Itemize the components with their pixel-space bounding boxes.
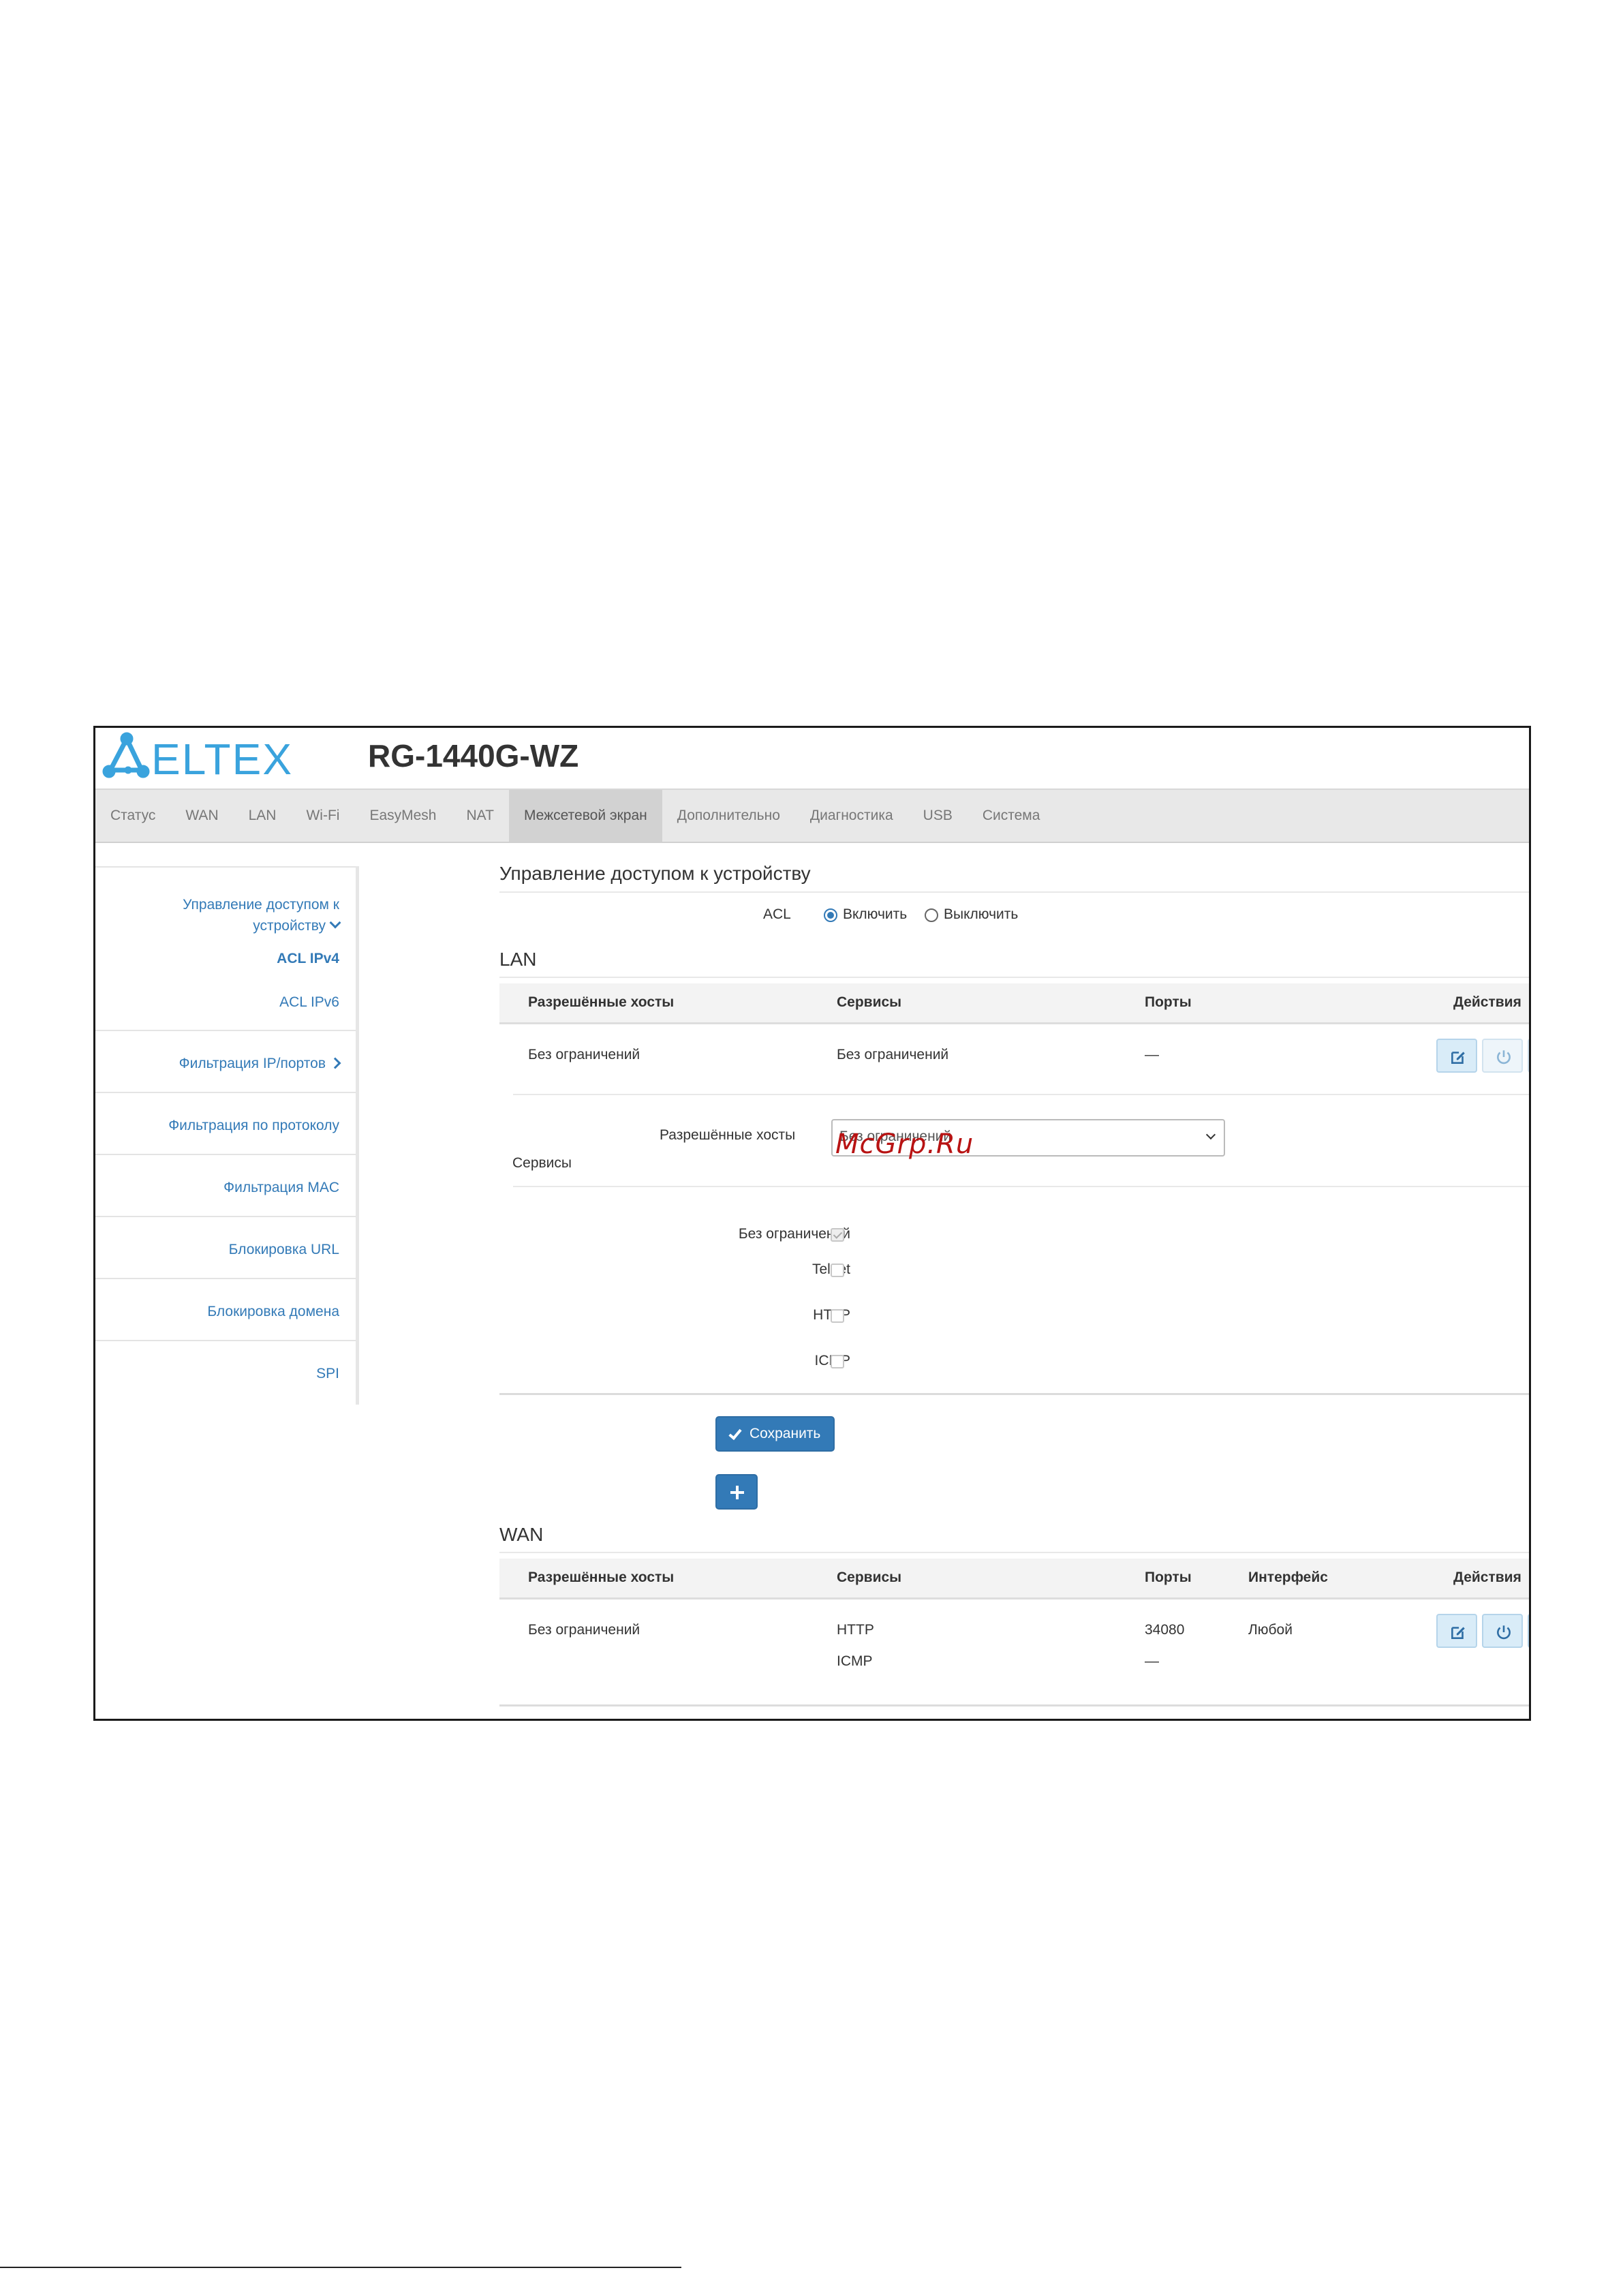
check-icon [728, 1426, 742, 1441]
tab-lan[interactable]: LAN [234, 790, 292, 842]
save-button[interactable]: Сохранить [715, 1416, 835, 1452]
service-http-checkbox[interactable] [831, 1309, 844, 1323]
service-option-label: HTTP [683, 1307, 850, 1323]
row-hosts: Без ограничений [528, 1047, 640, 1062]
col-ports: Порты [1145, 1570, 1192, 1585]
sidebar-item-mac-filter[interactable]: Фильтрация MAC [223, 1177, 339, 1198]
tab-status[interactable]: Статус [95, 790, 170, 842]
sidebar-item-access-control[interactable]: Управление доступом к устройству [162, 894, 341, 936]
sidebar-item-url-block[interactable]: Блокировка URL [229, 1239, 339, 1260]
sidebar-item-spi[interactable]: SPI [316, 1363, 339, 1384]
row-interface: Любой [1248, 1622, 1293, 1638]
row-service: ICMP [837, 1653, 873, 1669]
sidebar-item-acl-ipv4[interactable]: ACL IPv4 [277, 948, 339, 969]
divider [499, 1552, 1529, 1553]
delete-button[interactable] [1528, 1039, 1529, 1073]
sidebar-item-ip-port-filter[interactable]: Фильтрация IP/портов [179, 1053, 341, 1074]
sidebar-divider [95, 1340, 356, 1341]
power-icon [1497, 1050, 1511, 1065]
page-title: Управление доступом к устройству [499, 863, 811, 884]
divider [499, 891, 1529, 893]
sidebar-divider [95, 1092, 356, 1093]
chevron-right-icon [329, 1057, 341, 1069]
sidebar-divider [95, 1154, 356, 1155]
eltex-logo: ELTEX [102, 732, 293, 784]
watermark-text: McGrp.Ru [835, 1129, 974, 1160]
col-allowed-hosts: Разрешённые хосты [528, 1570, 675, 1585]
divider [513, 1186, 1529, 1187]
wan-heading: WAN [499, 1524, 544, 1545]
col-interface: Интерфейс [1248, 1570, 1328, 1585]
acl-enable-radio[interactable] [824, 908, 837, 922]
edit-icon [1451, 1052, 1465, 1064]
page-footer-line [0, 2267, 681, 2268]
sidebar-divider [95, 1030, 356, 1031]
delete-button[interactable] [1528, 1614, 1529, 1648]
toggle-button[interactable] [1482, 1039, 1523, 1073]
sidebar-item-domain-block[interactable]: Блокировка домена [207, 1301, 339, 1322]
chevron-down-icon [1205, 1129, 1216, 1140]
service-telnet-checkbox[interactable] [831, 1264, 844, 1277]
service-option-label: ICMP [683, 1353, 851, 1369]
col-allowed-hosts: Разрешённые хосты [528, 994, 675, 1010]
service-icmp-checkbox[interactable] [831, 1355, 844, 1368]
row-ports: — [1145, 1047, 1159, 1062]
col-services: Сервисы [837, 994, 902, 1010]
add-rule-button[interactable] [715, 1474, 758, 1510]
allowed-hosts-label: Разрешённые хосты [660, 1127, 796, 1143]
router-web-ui: ELTEX RG-1440G-WZ Статус WAN LAN Wi-Fi E… [93, 726, 1531, 1721]
divider [499, 1393, 1529, 1395]
power-icon [1497, 1625, 1511, 1640]
sidebar-item-acl-ipv6[interactable]: ACL IPv6 [279, 992, 339, 1013]
sidebar-divider [95, 866, 356, 868]
edit-icon [1451, 1627, 1465, 1639]
sidebar-item-label: Управление доступом к устройству [183, 897, 339, 934]
lan-table-header: Разрешённые хосты Сервисы Порты Действия [499, 983, 1529, 1024]
acl-disable-radio[interactable] [925, 908, 938, 922]
service-option-label: Без ограничений [738, 1226, 850, 1242]
row-service: HTTP [837, 1622, 874, 1638]
col-services: Сервисы [837, 1570, 902, 1585]
row-services: Без ограничений [837, 1047, 949, 1062]
divider [499, 1704, 1529, 1706]
divider [513, 1094, 1529, 1095]
sidebar-divider [95, 1216, 356, 1217]
edit-button[interactable] [1436, 1039, 1477, 1073]
acl-enable-label[interactable]: Включить [843, 906, 907, 923]
edit-button[interactable] [1436, 1614, 1477, 1648]
row-port: 34080 [1145, 1622, 1185, 1638]
sidebar-item-label: Фильтрация IP/портов [179, 1056, 326, 1071]
service-unlimited-checkbox[interactable] [831, 1228, 844, 1242]
sidebar: Управление доступом к устройству ACL IPv… [95, 866, 359, 1405]
svg-text:ELTEX: ELTEX [151, 735, 293, 784]
wan-table-header: Разрешённые хосты Сервисы Порты Интерфей… [499, 1559, 1529, 1599]
sidebar-item-protocol-filter[interactable]: Фильтрация по протоколу [168, 1115, 339, 1136]
service-option-label: Telnet [683, 1261, 850, 1278]
toggle-button[interactable] [1482, 1614, 1523, 1648]
acl-label: ACL [763, 906, 791, 922]
main-content: Управление доступом к устройству ACL Вкл… [409, 728, 1529, 1719]
divider [499, 977, 1529, 978]
sidebar-divider [95, 1278, 356, 1279]
tab-wan[interactable]: WAN [170, 790, 233, 842]
services-label: Сервисы [512, 1155, 572, 1171]
col-ports: Порты [1145, 994, 1192, 1010]
tab-wifi[interactable]: Wi-Fi [291, 790, 354, 842]
row-port: — [1145, 1653, 1159, 1669]
lan-heading: LAN [499, 949, 537, 970]
chevron-down-icon [329, 917, 341, 929]
acl-disable-label[interactable]: Выключить [944, 906, 1018, 923]
row-hosts: Без ограничений [528, 1622, 640, 1638]
col-actions: Действия [1453, 994, 1521, 1010]
col-actions: Действия [1453, 1570, 1521, 1585]
save-button-label: Сохранить [749, 1426, 821, 1441]
